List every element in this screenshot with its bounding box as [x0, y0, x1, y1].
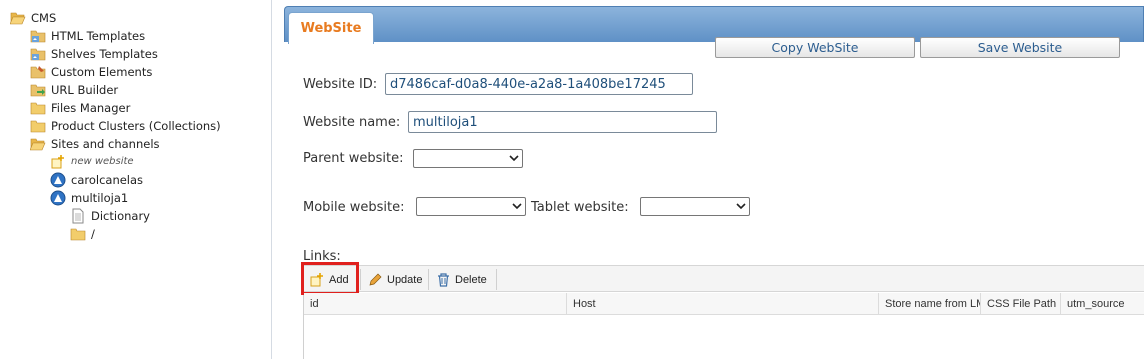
website-icon	[50, 190, 66, 206]
website-icon	[50, 172, 66, 188]
toolbar-separator	[428, 269, 429, 290]
tree-item-label: URL Builder	[51, 83, 119, 97]
url-builder-icon	[30, 82, 46, 98]
mobile-website-select[interactable]	[416, 197, 526, 216]
mobile-website-label: Mobile website:	[303, 200, 405, 215]
folder-icon	[70, 226, 86, 242]
tree-item-new-website[interactable]: new website	[50, 154, 134, 170]
website-panel: WebSite Copy WebSite Save Website Websit…	[284, 6, 1144, 359]
toolbar-separator	[360, 269, 361, 290]
column-header-css-file-path[interactable]: CSS File Path	[980, 293, 1060, 315]
sidebar-tree: CMS HTML Templates Shelves Templates Cus…	[0, 0, 272, 359]
website-id-label: Website ID:	[303, 77, 378, 92]
tree-item-product-clusters[interactable]: Product Clusters (Collections)	[30, 118, 221, 134]
tree-item-carolcanelas[interactable]: carolcanelas	[50, 172, 143, 188]
tree-item-label: CMS	[31, 11, 57, 25]
folder-icon	[30, 100, 46, 116]
delete-link-button[interactable]: Delete	[431, 266, 493, 293]
links-grid: Add Update Delete id Host Store name fro…	[301, 262, 1144, 359]
tablet-website-select[interactable]	[640, 197, 750, 216]
website-name-field[interactable]	[408, 111, 717, 133]
template-icon	[30, 46, 46, 62]
tree-item-label: Shelves Templates	[51, 47, 158, 61]
toolbar-separator	[496, 269, 497, 290]
add-button-highlight	[301, 262, 359, 295]
tree-item-label: Files Manager	[51, 101, 131, 115]
tree-item-files-manager[interactable]: Files Manager	[30, 100, 130, 116]
tree-item-label: Product Clusters (Collections)	[51, 119, 221, 133]
tree-item-label: multiloja1	[71, 191, 129, 205]
tree-item-label: Dictionary	[91, 209, 150, 223]
save-website-button[interactable]: Save Website	[920, 37, 1120, 58]
document-icon	[70, 208, 86, 224]
website-id-field[interactable]	[385, 73, 693, 95]
column-header-host[interactable]: Host	[566, 293, 878, 315]
tree-item-root-folder[interactable]: /	[70, 226, 95, 242]
tree-item-sites-and-channels[interactable]: Sites and channels	[30, 136, 160, 152]
delete-label: Delete	[455, 273, 487, 286]
update-label: Update	[387, 273, 423, 286]
column-header-id[interactable]: id	[304, 293, 566, 315]
tree-item-cms[interactable]: CMS	[10, 10, 56, 26]
pencil-icon	[369, 273, 382, 285]
trash-icon	[438, 272, 449, 287]
tablet-website-label: Tablet website:	[531, 200, 629, 215]
column-header-utm-source[interactable]: utm_source	[1060, 293, 1144, 315]
parent-website-select[interactable]	[413, 149, 523, 168]
tree-item-custom-elements[interactable]: Custom Elements	[30, 64, 152, 80]
tree-item-url-builder[interactable]: URL Builder	[30, 82, 118, 98]
grid-header: id Host Store name from LM CSS File Path…	[304, 293, 1144, 315]
folder-icon	[30, 118, 46, 134]
column-header-store-name[interactable]: Store name from LM	[878, 293, 980, 315]
tree-item-label: Custom Elements	[51, 65, 153, 79]
template-icon	[30, 28, 46, 44]
custom-elements-icon	[30, 64, 46, 80]
folder-open-icon	[10, 10, 26, 26]
tree-item-multiloja1[interactable]: multiloja1	[50, 190, 128, 206]
tree-item-html-templates[interactable]: HTML Templates	[30, 28, 145, 44]
tree-item-shelves-templates[interactable]: Shelves Templates	[30, 46, 158, 62]
chevron-down-icon	[736, 203, 746, 210]
tree-item-label: new website	[71, 156, 134, 167]
tree-item-label: Sites and channels	[51, 137, 160, 151]
tree-item-dictionary[interactable]: Dictionary	[70, 208, 150, 224]
tree-item-label: /	[91, 227, 95, 241]
tree-item-label: HTML Templates	[51, 29, 146, 43]
chevron-down-icon	[509, 155, 519, 162]
folder-open-icon	[30, 136, 46, 152]
tab-website[interactable]: WebSite	[288, 12, 374, 44]
tree-item-label: carolcanelas	[71, 173, 144, 187]
new-item-icon	[50, 154, 66, 170]
chevron-down-icon	[512, 203, 522, 210]
website-name-label: Website name:	[303, 115, 401, 130]
parent-website-label: Parent website:	[303, 151, 404, 166]
update-link-button[interactable]: Update	[362, 266, 428, 293]
grid-toolbar: Add Update Delete	[301, 262, 1144, 295]
copy-website-button[interactable]: Copy WebSite	[715, 37, 915, 58]
